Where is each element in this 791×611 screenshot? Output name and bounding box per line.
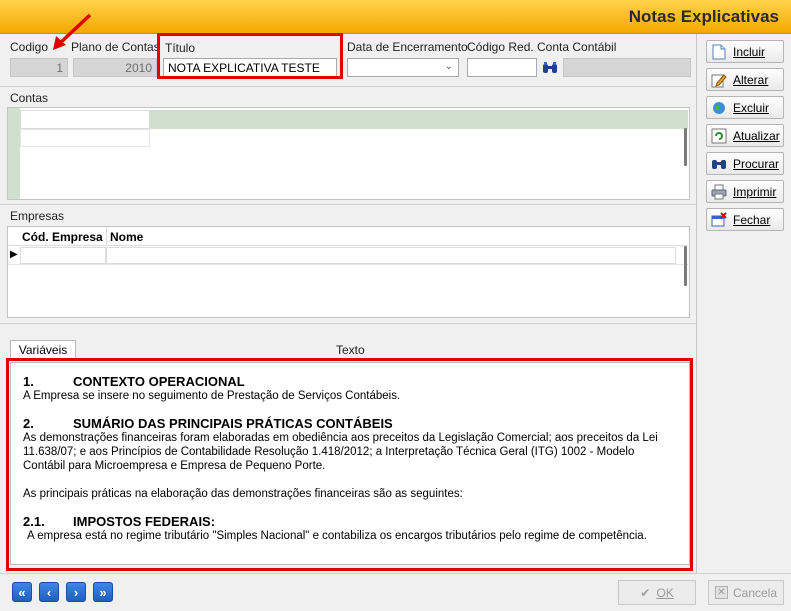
main-panel: Codigo Plano de Contas Título Data de En…	[0, 13, 697, 573]
fechar-label: Fechar	[733, 212, 771, 227]
contas-label: Contas	[10, 91, 49, 105]
ok-label: OK	[656, 585, 674, 600]
titulo-highlight	[157, 33, 343, 79]
table-row[interactable]: ▶	[8, 247, 688, 265]
variaveis-tab[interactable]: Variáveis	[10, 340, 76, 360]
col-nome[interactable]: Nome	[110, 230, 143, 244]
texto-label: Texto	[336, 343, 365, 357]
last-record-icon[interactable]: »	[93, 582, 113, 602]
empresas-label: Empresas	[10, 209, 65, 223]
row-pointer-icon: ▶	[10, 249, 18, 260]
codigo-label: Codigo	[10, 40, 49, 54]
imprimir-button[interactable]: Imprimir	[706, 180, 784, 203]
side-toolbar: Incluir Alterar Excluir Atualizar Procur…	[698, 34, 791, 573]
previous-record-icon[interactable]: ‹	[39, 582, 59, 602]
procurar-button[interactable]: Procurar	[706, 152, 784, 175]
atualizar-button[interactable]: Atualizar	[706, 124, 784, 147]
data-encerramento-label: Data de Encerramento	[347, 40, 468, 54]
imprimir-label: Imprimir	[733, 184, 777, 199]
contas-scrollbar[interactable]	[684, 128, 687, 166]
cancela-label: Cancela	[732, 585, 778, 600]
conta-contabil-field[interactable]	[563, 58, 691, 77]
contas-grid[interactable]	[7, 107, 690, 200]
delete-globe-icon	[711, 100, 727, 116]
excluir-label: Excluir	[733, 100, 770, 115]
contas-cell[interactable]	[150, 110, 688, 129]
col-cod-empresa[interactable]: Cód. Empresa	[22, 230, 103, 244]
cancela-button[interactable]: ✕ Cancela	[708, 580, 784, 605]
ok-button[interactable]: ✔ OK	[618, 580, 696, 605]
atualizar-label: Atualizar	[733, 128, 780, 143]
contas-cell[interactable]	[20, 110, 150, 129]
next-record-icon[interactable]: ›	[66, 582, 86, 602]
codigo-field[interactable]: 1	[10, 58, 68, 77]
chevron-down-icon[interactable]: ⌄	[445, 61, 453, 72]
search-binoculars-icon[interactable]	[540, 58, 560, 77]
empresas-grid[interactable]: Cód. Empresa Nome ▶	[7, 226, 690, 318]
printer-icon	[711, 184, 727, 200]
contas-cell[interactable]	[20, 129, 150, 147]
first-record-icon[interactable]: «	[12, 582, 32, 602]
data-encerramento-select[interactable]: ⌄	[347, 58, 459, 77]
incluir-label: Incluir	[733, 44, 766, 59]
codigo-red-label: Código Red.	[467, 40, 534, 54]
red-arrow-icon	[53, 13, 92, 50]
window-title: Notas Explicativas	[628, 7, 779, 26]
alterar-label: Alterar	[733, 72, 769, 87]
title-bar: Notas Explicativas	[0, 0, 791, 34]
procurar-label: Procurar	[733, 156, 780, 171]
check-icon: ✔	[640, 585, 651, 600]
bottom-bar: « ‹ › » ✔ OK ✕ Cancela	[0, 573, 791, 611]
refresh-icon	[711, 128, 727, 144]
incluir-button[interactable]: Incluir	[706, 40, 784, 63]
plano-field[interactable]: 2010	[73, 58, 157, 77]
cancel-x-icon: ✕	[714, 586, 728, 599]
alterar-button[interactable]: Alterar	[706, 68, 784, 91]
close-window-icon	[711, 211, 727, 228]
binoculars-icon	[711, 156, 727, 172]
texto-highlight	[6, 358, 693, 571]
conta-contabil-label: Conta Contábil	[537, 40, 617, 54]
codigo-red-field[interactable]	[467, 58, 537, 77]
variaveis-tab-label: Variáveis	[18, 343, 68, 357]
fechar-button[interactable]: Fechar	[706, 208, 784, 231]
excluir-button[interactable]: Excluir	[706, 96, 784, 119]
edit-pencil-icon	[711, 72, 727, 88]
new-document-icon	[711, 44, 727, 60]
empresas-scrollbar[interactable]	[684, 246, 687, 286]
